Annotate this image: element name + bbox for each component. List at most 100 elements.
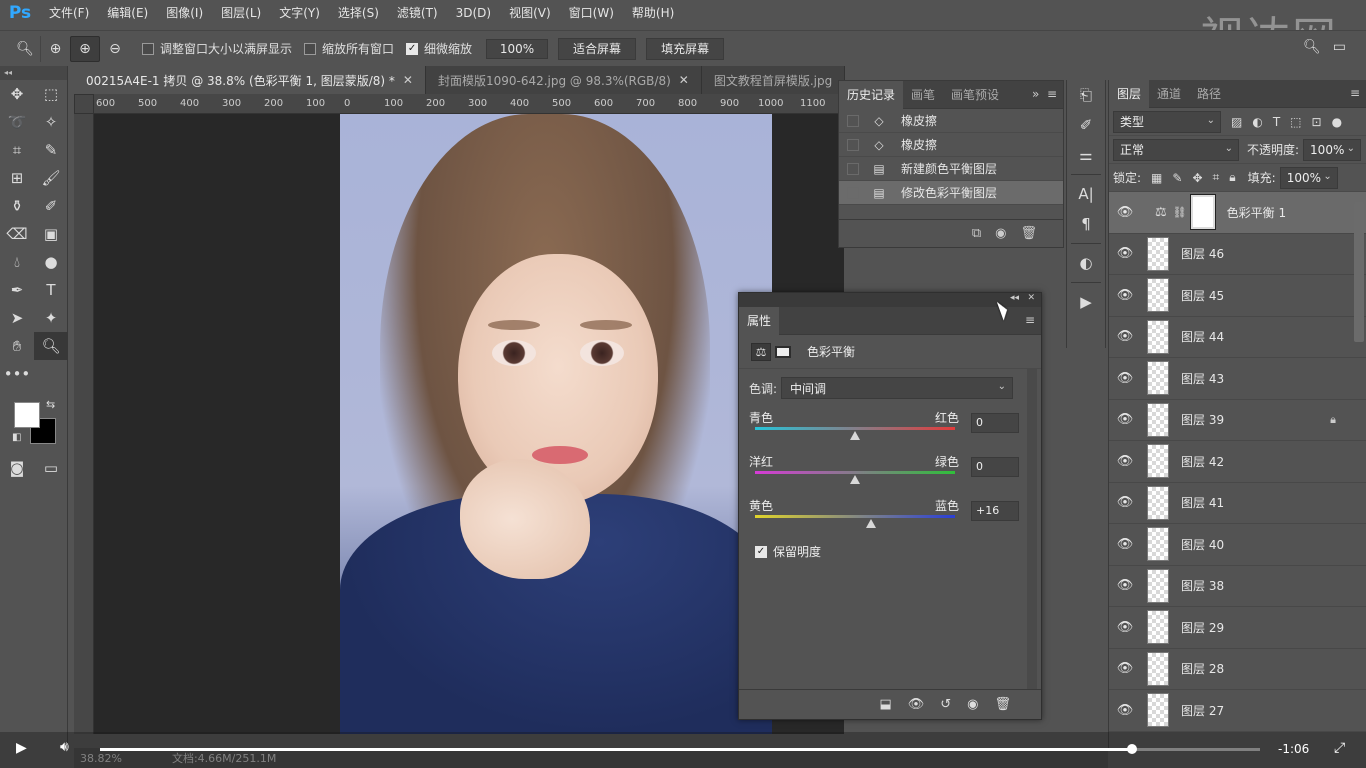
layer-item[interactable]: 👁︎ 图层 46 [1109, 234, 1366, 275]
zoom-out-mode-icon[interactable]: ⊖ [100, 36, 130, 62]
properties-titlebar[interactable]: ◂◂ ✕ [739, 293, 1041, 307]
volume-icon[interactable]: 🔊︎ [60, 739, 69, 755]
progress-knob[interactable] [1127, 744, 1138, 754]
slider-track[interactable] [755, 427, 955, 430]
layer-item[interactable]: 👁︎ 图层 41 [1109, 483, 1366, 524]
brush-tool-icon[interactable]: 🖌︎ [34, 164, 68, 192]
history-item-selected[interactable]: ▤ 修改色彩平衡图层 [839, 181, 1063, 205]
eye-icon[interactable]: 👁︎ [1109, 371, 1141, 386]
tab-channels[interactable]: 通道 [1149, 80, 1189, 108]
marquee-tool-icon[interactable]: ⬚ [34, 80, 68, 108]
brush-icon[interactable]: ✐ [1067, 110, 1105, 140]
more-tools-icon[interactable]: ••• [0, 360, 34, 388]
progress-track[interactable] [100, 744, 1260, 754]
screen-mode-icon[interactable]: ▭ [34, 454, 68, 482]
opacity-field[interactable]: 100% ⌄ [1303, 138, 1362, 161]
layer-item[interactable]: 👁︎ 图层 38 [1109, 566, 1366, 607]
menu-type[interactable]: 文字(Y) [270, 0, 329, 26]
shape-tool-icon[interactable]: ✦ [34, 304, 68, 332]
lock-position-icon[interactable]: ✥ [1192, 171, 1202, 185]
eye-icon[interactable]: 👁︎ [1109, 246, 1141, 261]
tone-select[interactable]: 中间调 ⌄ [781, 377, 1014, 399]
fill-field[interactable]: 100% ⌄ [1279, 166, 1338, 189]
checkbox-checked[interactable]: ✓ [406, 42, 419, 55]
eraser-tool-icon[interactable]: ⌫ [0, 220, 34, 248]
layer-item[interactable]: 👁︎ 图层 39 🔒︎ [1109, 400, 1366, 441]
search-icon[interactable]: 🔍︎ [1303, 39, 1321, 55]
foreground-color[interactable] [14, 402, 40, 428]
doc-tab-active[interactable]: 00215A4E-1 拷贝 @ 38.8% (色彩平衡 1, 图层蒙版/8) *… [74, 66, 426, 94]
zoom-all-checkbox[interactable]: 缩放所有窗口 [304, 40, 394, 57]
slider-value-field[interactable]: 0 [971, 457, 1019, 477]
panel-menu-icon[interactable]: » ≡ [1032, 87, 1057, 101]
eyedropper-icon[interactable]: ✎ [34, 136, 68, 164]
eye-icon[interactable]: 👁︎ [1109, 620, 1141, 635]
menu-window[interactable]: 窗口(W) [560, 0, 623, 26]
type-tool-icon[interactable]: T [34, 276, 68, 304]
image-filter-icon[interactable]: ▨ [1231, 115, 1242, 129]
close-icon[interactable]: ✕ [679, 73, 689, 87]
checkbox-checked[interactable]: ✓ [755, 545, 767, 558]
menu-image[interactable]: 图像(I) [157, 0, 212, 26]
magic-wand-icon[interactable]: ✧ [34, 108, 68, 136]
preserve-luminosity-checkbox[interactable]: ✓ 保留明度 [739, 531, 1041, 560]
menu-file[interactable]: 文件(F) [40, 0, 98, 26]
camera-icon[interactable]: ◉ [995, 226, 1006, 241]
trash-icon[interactable]: 🗑︎ [994, 697, 1011, 712]
layer-mask-icon[interactable] [775, 345, 791, 358]
portrait-image[interactable] [340, 114, 772, 734]
eye-icon[interactable]: 👁︎ [1109, 412, 1141, 427]
gradient-tool-icon[interactable]: ▣ [34, 220, 68, 248]
checkbox-box[interactable] [304, 42, 317, 55]
close-icon[interactable]: ✕ [1027, 293, 1035, 303]
history-snapshot-box[interactable] [847, 138, 859, 151]
properties-scrollbar[interactable] [1027, 369, 1037, 689]
actions-play-icon[interactable]: ▶ [1067, 287, 1105, 317]
history-snapshot-box[interactable] [847, 186, 859, 199]
brush-settings-icon[interactable]: ⚌ [1067, 140, 1105, 170]
zoom-in-mode-icon[interactable]: ⊕ [70, 35, 100, 62]
collapse-icon[interactable]: ◂◂ [1010, 293, 1019, 303]
blend-mode-select[interactable]: 正常 ⌄ [1113, 138, 1239, 161]
slider-track[interactable] [755, 471, 955, 474]
shape-filter-icon[interactable]: ⬚ [1290, 115, 1301, 129]
lock-transparency-icon[interactable]: ▦ [1151, 171, 1162, 185]
tab-history[interactable]: 历史记录 [839, 80, 904, 109]
hand-tool-icon[interactable]: ✋︎ [0, 332, 34, 360]
zoom-tool-icon[interactable]: 🔍︎ [10, 36, 40, 62]
menu-edit[interactable]: 编辑(E) [98, 0, 157, 26]
slider-value-field[interactable]: 0 [971, 413, 1019, 433]
tab-paths[interactable]: 路径 [1189, 80, 1229, 108]
tab-properties[interactable]: 属性 [739, 306, 780, 335]
layer-item-selected[interactable]: 👁︎ ⚖ ⛓︎ 色彩平衡 1 [1109, 192, 1366, 234]
eye-icon[interactable]: 👁︎ [1109, 578, 1141, 593]
eye-icon[interactable]: 👁︎ [1109, 703, 1141, 718]
balance-scale-icon[interactable]: ⚖ [751, 342, 771, 361]
layers-scrollbar[interactable] [1354, 202, 1364, 342]
smart-object-filter-icon[interactable]: ⊡ [1312, 115, 1322, 129]
zoom-value-field[interactable]: 100% [486, 38, 549, 59]
menu-view[interactable]: 视图(V) [500, 0, 560, 26]
crop-tool-icon[interactable]: ⌗ [0, 136, 34, 164]
pen-tool-icon[interactable]: ✒ [0, 276, 34, 304]
collapse-arrows-icon[interactable]: ◂◂ [0, 66, 67, 80]
eye-icon[interactable]: 👁︎ [1109, 495, 1141, 510]
menu-select[interactable]: 选择(S) [329, 0, 388, 26]
dodge-tool-icon[interactable]: ● [34, 248, 68, 276]
panel-menu-icon[interactable]: ≡ [1350, 86, 1360, 100]
adjustments-icon[interactable]: ◐ [1067, 248, 1105, 278]
panel-menu-icon[interactable]: ≡ [1025, 313, 1035, 327]
zoom-tool-icon[interactable]: 🔍︎ [34, 332, 68, 360]
history-snapshot-box[interactable] [847, 114, 859, 127]
zoom-in-icon[interactable]: ⊕ [40, 35, 70, 62]
slider-track[interactable] [755, 515, 955, 518]
default-colors-icon[interactable]: ◧ [12, 432, 21, 443]
paragraph-icon[interactable]: ¶ [1067, 209, 1105, 239]
layer-kind-select[interactable]: 类型 ⌄ [1113, 110, 1221, 133]
menu-help[interactable]: 帮助(H) [623, 0, 683, 26]
link-icon[interactable]: ⛓︎ [1173, 206, 1187, 219]
quick-mask-icon[interactable]: ◙ [0, 454, 34, 482]
close-icon[interactable]: ✕ [403, 73, 413, 87]
history-brush-icon[interactable]: ✐ [34, 192, 68, 220]
type-filter-icon[interactable]: T [1273, 115, 1280, 129]
